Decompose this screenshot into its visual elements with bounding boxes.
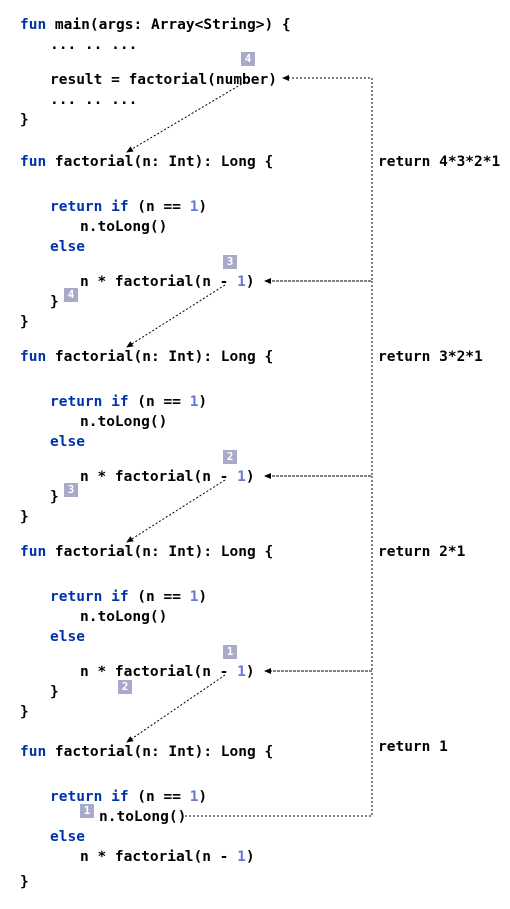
call-return-arrows [0,0,510,909]
code-line: fun factorial(n: Int): Long { [20,350,273,365]
code-line: n * factorial(n - 1) [80,665,255,680]
code-line: fun factorial(n: Int): Long { [20,155,273,170]
code-line: } [50,685,59,700]
recursion-diagram: { "code": { "main": { "sig_pre": "fun", … [0,0,510,909]
code-line: } [20,705,29,720]
code-line: } [20,315,29,330]
code-line: } [20,113,29,128]
code-line: } [20,510,29,525]
code-line: n * factorial(n - 1) [80,275,255,290]
code-line: return if (n == 1) [50,200,207,215]
step-badge: 2 [223,450,237,464]
step-badge: 4 [64,288,78,302]
code-line: else [50,830,85,845]
code-line: n.toLong() [80,610,167,625]
code-line: fun factorial(n: Int): Long { [20,745,273,760]
return-annotation-1: return 1 [378,740,448,755]
code-line: return if (n == 1) [50,395,207,410]
code-line: result = factorial(number) [50,73,277,88]
code-line: n.toLong() [99,810,186,825]
code-line: n.toLong() [80,415,167,430]
step-badge: 4 [241,52,255,66]
code-line: else [50,435,85,450]
return-annotation-3: return 3*2*1 [378,350,483,365]
return-annotation-4: return 4*3*2*1 [378,155,500,170]
code-line: ... .. ... [50,93,137,108]
code-line: fun main(args: Array<String>) { [20,18,291,33]
code-line: ... .. ... [50,38,137,53]
step-badge: 2 [118,680,132,694]
step-badge: 3 [223,255,237,269]
code-line: fun factorial(n: Int): Long { [20,545,273,560]
code-line: n * factorial(n - 1) [80,850,255,865]
step-badge: 1 [223,645,237,659]
code-line: n * factorial(n - 1) [80,470,255,485]
code-line: else [50,630,85,645]
step-badge: 1 [80,804,94,818]
code-line: else [50,240,85,255]
code-line: } [50,490,59,505]
step-badge: 3 [64,483,78,497]
code-line: return if (n == 1) [50,790,207,805]
code-line: } [50,295,59,310]
code-line: n.toLong() [80,220,167,235]
code-line: } [20,875,29,890]
return-annotation-2: return 2*1 [378,545,465,560]
code-line: return if (n == 1) [50,590,207,605]
